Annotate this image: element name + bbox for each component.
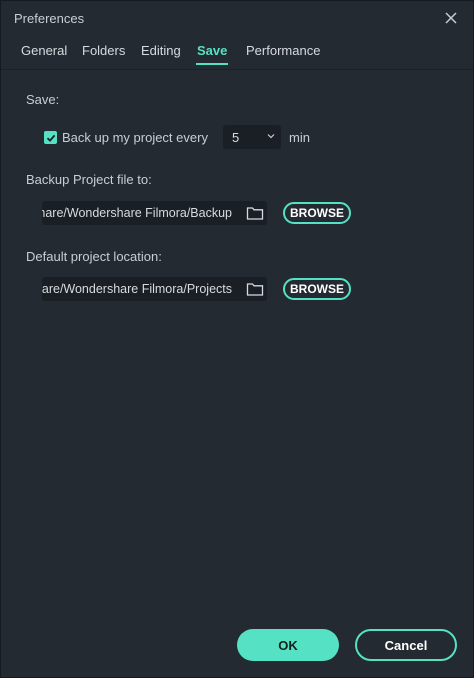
tab-editing[interactable]: Editing xyxy=(141,43,181,58)
window-title: Preferences xyxy=(14,11,85,26)
tab-performance[interactable]: Performance xyxy=(246,43,320,58)
tab-save[interactable]: Save xyxy=(197,43,227,58)
interval-unit-label: min xyxy=(289,130,310,145)
tab-folders[interactable]: Folders xyxy=(82,43,125,58)
default-browse-button[interactable]: BROWSE xyxy=(283,278,351,300)
ok-button[interactable]: OK xyxy=(237,629,339,661)
folder-icon[interactable] xyxy=(246,205,264,221)
cancel-button[interactable]: Cancel xyxy=(355,629,457,661)
default-path-value: C:/Users/Public/Documents/Wondershare/Wo… xyxy=(42,282,232,296)
backup-path-value: C:/Users/Public/Documents/Wondershare/Wo… xyxy=(42,206,232,220)
tab-bar: General Folders Editing Save Performance xyxy=(1,35,473,65)
tabs-divider xyxy=(1,69,473,70)
folder-icon[interactable] xyxy=(246,281,264,297)
close-icon xyxy=(445,12,457,24)
save-section-label: Save: xyxy=(26,92,60,107)
active-tab-indicator xyxy=(196,63,228,65)
check-icon xyxy=(46,134,55,142)
backup-path-field[interactable]: C:/Users/Public/Documents/Wondershare/Wo… xyxy=(42,201,267,225)
preferences-dialog: Preferences General Folders Editing Save… xyxy=(0,0,474,678)
backup-location-label: Backup Project file to: xyxy=(26,172,152,187)
chevron-down-icon xyxy=(267,134,275,139)
backup-interval-value: 5 xyxy=(232,130,240,145)
default-path-field[interactable]: C:/Users/Public/Documents/Wondershare/Wo… xyxy=(42,277,267,301)
backup-browse-button[interactable]: BROWSE xyxy=(283,202,351,224)
tab-general[interactable]: General xyxy=(21,43,67,58)
default-location-label: Default project location: xyxy=(26,249,162,264)
title-bar: Preferences xyxy=(1,1,473,35)
backup-checkbox[interactable] xyxy=(44,131,57,144)
backup-checkbox-label[interactable]: Back up my project every xyxy=(62,130,208,145)
backup-interval-select[interactable]: 5 xyxy=(223,125,281,149)
close-button[interactable] xyxy=(440,7,462,29)
